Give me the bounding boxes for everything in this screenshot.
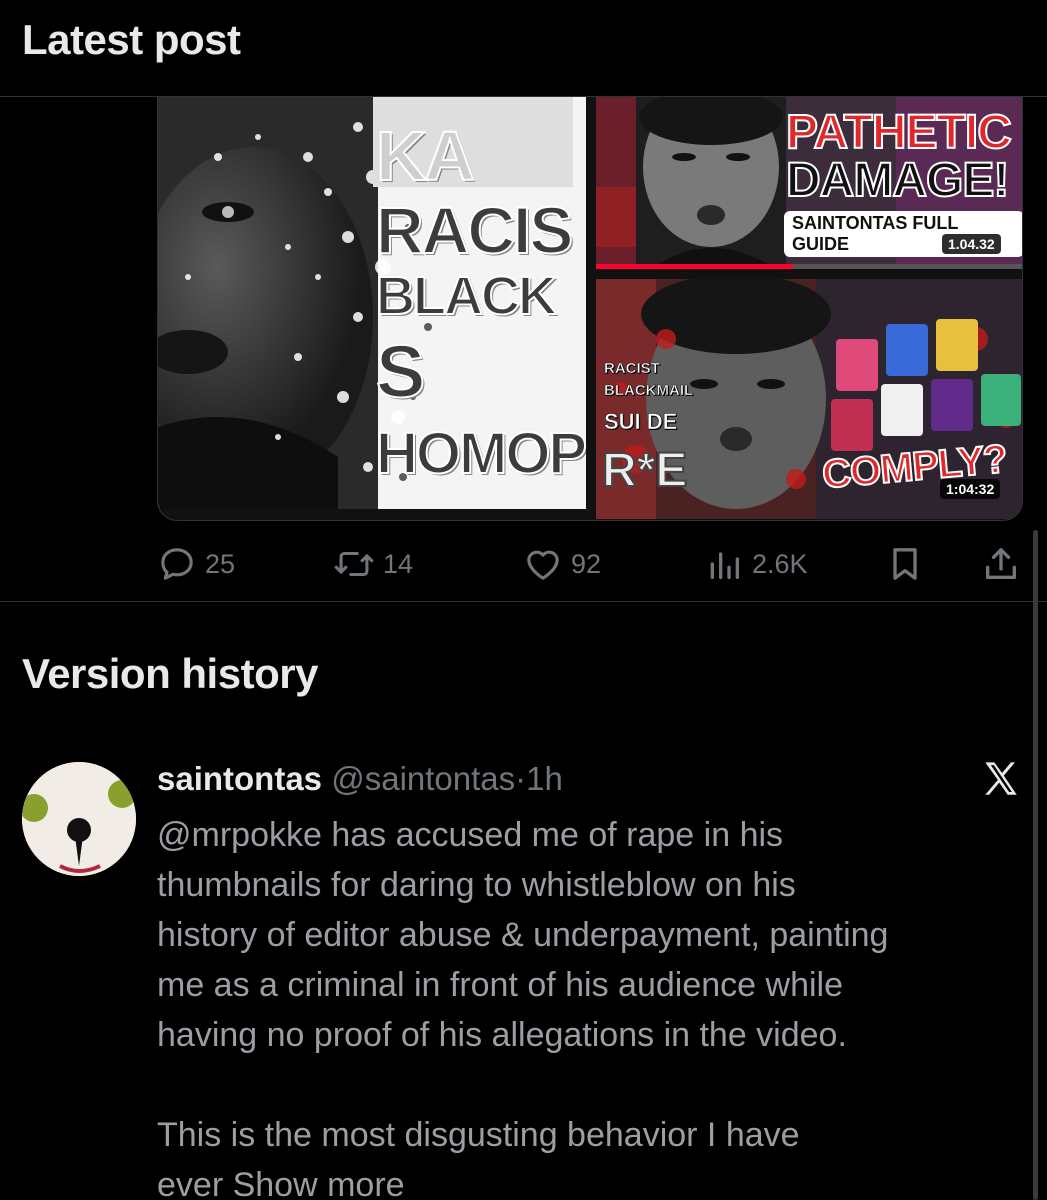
thumbnail-br-tag-2: BLACKMAIL [604,382,694,399]
thumbnail-tr-progress-track [596,264,1022,269]
thumbnail-left-text-4: HOMOP [375,421,586,486]
thumbnail-left-text-1: RACIS [375,193,574,267]
repost-arrows-icon [333,544,375,584]
post-line: @mrpokke has accused me of rape in his [157,816,784,854]
post-body: @mrpokke has accused me of rape in his t… [157,810,1027,1200]
section-title: Latest post [22,16,241,63]
post-action-bar: 25 14 92 2.6K [157,536,1027,592]
avatar[interactable] [22,762,136,876]
reply-count: 25 [205,548,236,579]
post-line: me as a criminal in front of his audienc… [157,966,843,1004]
post-line: This is the most disgusting behavior I h… [157,1116,800,1154]
post-line: having no proof of his allegations in th… [157,1016,847,1054]
bookmark-button[interactable] [885,536,925,592]
thumbnail-tr-progress-fill [596,264,793,269]
thumbnail-br-big-word: R*E [601,444,688,497]
reply-bubble-icon [157,544,197,584]
x-logo-icon [980,758,1022,800]
thumbnail-left-text-2: BLACK [375,266,558,326]
thumbnail-tr-headline-1: PATHETIC [785,106,1013,159]
avatar-art [22,762,136,876]
thumbnail-left-faded-text: KA [375,117,476,195]
repost-button[interactable]: 14 [333,536,413,592]
post-line: thumbnails for daring to whistleblow on … [157,866,796,904]
post-line-fragment: ever [157,1166,224,1200]
repost-count: 14 [383,548,414,579]
show-more-link[interactable]: Show more [233,1166,405,1200]
views-button[interactable]: 2.6K [704,536,808,592]
scrollbar[interactable] [1033,530,1038,1200]
media-grid[interactable]: KA RACIS BLACK S HOMOP PATHETIC DAMAGE! … [157,97,1023,521]
version-history-title: Version history [22,650,318,697]
share-upload-icon [981,544,1021,584]
section-header-latest-post: Latest post [0,0,1047,97]
like-count: 92 [571,548,602,579]
reply-button[interactable]: 25 [157,536,235,592]
post-line: history of editor abuse & underpayment, … [157,916,889,954]
thumbnail-left-text-3: S [375,330,426,413]
author-name[interactable]: saintontas [157,760,322,797]
thumbnail-left[interactable]: KA RACIS BLACK S HOMOP [158,97,586,509]
thumbnail-bottom-right[interactable]: RACIST BLACKMAIL SUI DE R*E COMPLY? 1:04… [596,279,1022,519]
like-button[interactable]: 92 [523,536,601,592]
thumbnail-tr-duration: 1.04.32 [942,234,1001,254]
author-handle[interactable]: @saintontas [331,760,515,797]
post-line-last: ever Show more [157,1160,1027,1200]
thumbnail-br-tag-3: SUI DE [604,409,678,434]
post-header: saintontas @saintontas·1h [157,760,563,798]
bar-chart-icon [704,544,744,584]
views-count: 2.6K [752,548,808,579]
heart-icon [523,544,563,584]
post-time[interactable]: 1h [526,760,563,797]
share-button[interactable] [981,536,1021,592]
thumbnail-br-tag-1: RACIST [604,360,660,377]
thumbnail-tr-headline-2: DAMAGE! [785,154,1010,207]
separator-dot: · [515,760,527,797]
thumbnail-br-duration: 1:04:32 [940,479,1001,499]
bookmark-icon [885,544,925,584]
thumbnail-top-right[interactable]: PATHETIC DAMAGE! SAINTONTAS FULL GUIDE 1… [596,97,1022,269]
section-divider [0,601,1047,602]
